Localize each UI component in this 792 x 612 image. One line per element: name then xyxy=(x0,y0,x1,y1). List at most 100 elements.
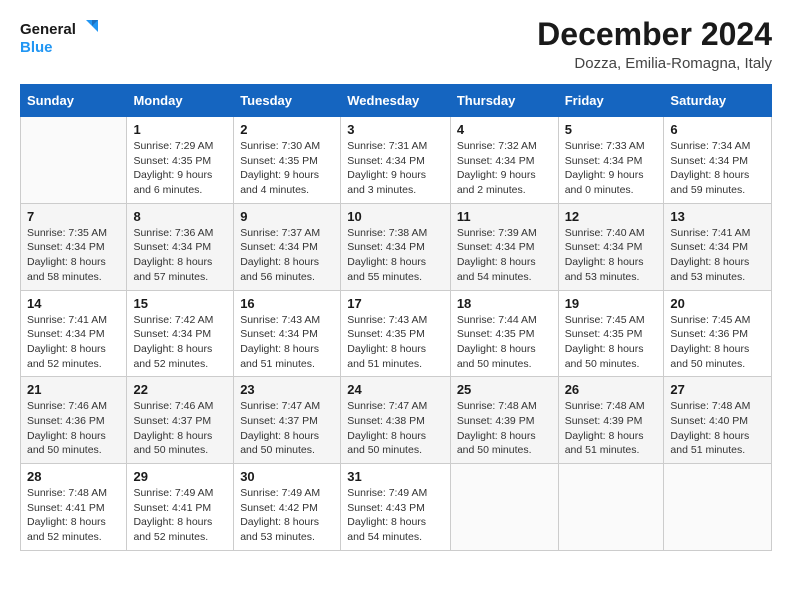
day-info: Sunrise: 7:47 AM Sunset: 4:38 PM Dayligh… xyxy=(347,399,444,458)
day-number: 21 xyxy=(27,382,120,397)
day-cell-14: 14 Sunrise: 7:41 AM Sunset: 4:34 PM Dayl… xyxy=(21,290,127,377)
day-cell-12: 12 Sunrise: 7:40 AM Sunset: 4:34 PM Dayl… xyxy=(558,203,664,290)
day-number: 5 xyxy=(565,122,658,137)
day-info: Sunrise: 7:47 AM Sunset: 4:37 PM Dayligh… xyxy=(240,399,334,458)
day-info: Sunrise: 7:46 AM Sunset: 4:36 PM Dayligh… xyxy=(27,399,120,458)
day-cell-16: 16 Sunrise: 7:43 AM Sunset: 4:34 PM Dayl… xyxy=(234,290,341,377)
day-info: Sunrise: 7:38 AM Sunset: 4:34 PM Dayligh… xyxy=(347,226,444,285)
calendar-week-row: 28 Sunrise: 7:48 AM Sunset: 4:41 PM Dayl… xyxy=(21,464,772,551)
col-saturday: Saturday xyxy=(664,85,772,117)
svg-text:General: General xyxy=(20,21,76,38)
day-cell-3: 3 Sunrise: 7:31 AM Sunset: 4:34 PM Dayli… xyxy=(341,117,451,204)
empty-cell xyxy=(21,117,127,204)
svg-text:Blue: Blue xyxy=(20,39,53,56)
day-cell-10: 10 Sunrise: 7:38 AM Sunset: 4:34 PM Dayl… xyxy=(341,203,451,290)
day-info: Sunrise: 7:46 AM Sunset: 4:37 PM Dayligh… xyxy=(133,399,227,458)
day-cell-30: 30 Sunrise: 7:49 AM Sunset: 4:42 PM Dayl… xyxy=(234,464,341,551)
day-info: Sunrise: 7:41 AM Sunset: 4:34 PM Dayligh… xyxy=(27,313,120,372)
day-cell-6: 6 Sunrise: 7:34 AM Sunset: 4:34 PM Dayli… xyxy=(664,117,772,204)
day-info: Sunrise: 7:48 AM Sunset: 4:41 PM Dayligh… xyxy=(27,486,120,545)
day-number: 19 xyxy=(565,296,658,311)
page-header: General Blue December 2024 Dozza, Emilia… xyxy=(20,16,772,72)
month-title: December 2024 xyxy=(537,16,772,53)
day-info: Sunrise: 7:32 AM Sunset: 4:34 PM Dayligh… xyxy=(457,139,552,198)
title-area: December 2024 Dozza, Emilia-Romagna, Ita… xyxy=(537,16,772,72)
day-number: 10 xyxy=(347,209,444,224)
location: Dozza, Emilia-Romagna, Italy xyxy=(537,55,772,72)
day-number: 31 xyxy=(347,469,444,484)
day-number: 12 xyxy=(565,209,658,224)
day-number: 13 xyxy=(670,209,765,224)
empty-cell xyxy=(558,464,664,551)
day-cell-24: 24 Sunrise: 7:47 AM Sunset: 4:38 PM Dayl… xyxy=(341,377,451,464)
day-cell-11: 11 Sunrise: 7:39 AM Sunset: 4:34 PM Dayl… xyxy=(450,203,558,290)
calendar-week-row: 14 Sunrise: 7:41 AM Sunset: 4:34 PM Dayl… xyxy=(21,290,772,377)
day-info: Sunrise: 7:42 AM Sunset: 4:34 PM Dayligh… xyxy=(133,313,227,372)
empty-cell xyxy=(450,464,558,551)
day-cell-1: 1 Sunrise: 7:29 AM Sunset: 4:35 PM Dayli… xyxy=(127,117,234,204)
day-cell-19: 19 Sunrise: 7:45 AM Sunset: 4:35 PM Dayl… xyxy=(558,290,664,377)
empty-cell xyxy=(664,464,772,551)
day-cell-26: 26 Sunrise: 7:48 AM Sunset: 4:39 PM Dayl… xyxy=(558,377,664,464)
day-number: 17 xyxy=(347,296,444,311)
calendar-table: Sunday Monday Tuesday Wednesday Thursday… xyxy=(20,84,772,551)
day-number: 11 xyxy=(457,209,552,224)
day-cell-5: 5 Sunrise: 7:33 AM Sunset: 4:34 PM Dayli… xyxy=(558,117,664,204)
col-thursday: Thursday xyxy=(450,85,558,117)
day-number: 1 xyxy=(133,122,227,137)
day-info: Sunrise: 7:48 AM Sunset: 4:40 PM Dayligh… xyxy=(670,399,765,458)
day-cell-9: 9 Sunrise: 7:37 AM Sunset: 4:34 PM Dayli… xyxy=(234,203,341,290)
calendar-week-row: 1 Sunrise: 7:29 AM Sunset: 4:35 PM Dayli… xyxy=(21,117,772,204)
day-number: 2 xyxy=(240,122,334,137)
col-sunday: Sunday xyxy=(21,85,127,117)
col-tuesday: Tuesday xyxy=(234,85,341,117)
day-info: Sunrise: 7:44 AM Sunset: 4:35 PM Dayligh… xyxy=(457,313,552,372)
day-number: 3 xyxy=(347,122,444,137)
day-number: 22 xyxy=(133,382,227,397)
logo: General Blue xyxy=(20,16,100,58)
day-info: Sunrise: 7:36 AM Sunset: 4:34 PM Dayligh… xyxy=(133,226,227,285)
day-number: 20 xyxy=(670,296,765,311)
day-cell-7: 7 Sunrise: 7:35 AM Sunset: 4:34 PM Dayli… xyxy=(21,203,127,290)
day-info: Sunrise: 7:45 AM Sunset: 4:35 PM Dayligh… xyxy=(565,313,658,372)
day-cell-15: 15 Sunrise: 7:42 AM Sunset: 4:34 PM Dayl… xyxy=(127,290,234,377)
day-cell-21: 21 Sunrise: 7:46 AM Sunset: 4:36 PM Dayl… xyxy=(21,377,127,464)
day-info: Sunrise: 7:48 AM Sunset: 4:39 PM Dayligh… xyxy=(565,399,658,458)
day-number: 8 xyxy=(133,209,227,224)
day-info: Sunrise: 7:35 AM Sunset: 4:34 PM Dayligh… xyxy=(27,226,120,285)
day-number: 23 xyxy=(240,382,334,397)
day-info: Sunrise: 7:37 AM Sunset: 4:34 PM Dayligh… xyxy=(240,226,334,285)
day-info: Sunrise: 7:33 AM Sunset: 4:34 PM Dayligh… xyxy=(565,139,658,198)
day-cell-8: 8 Sunrise: 7:36 AM Sunset: 4:34 PM Dayli… xyxy=(127,203,234,290)
day-number: 30 xyxy=(240,469,334,484)
day-cell-2: 2 Sunrise: 7:30 AM Sunset: 4:35 PM Dayli… xyxy=(234,117,341,204)
day-info: Sunrise: 7:31 AM Sunset: 4:34 PM Dayligh… xyxy=(347,139,444,198)
day-cell-18: 18 Sunrise: 7:44 AM Sunset: 4:35 PM Dayl… xyxy=(450,290,558,377)
day-info: Sunrise: 7:48 AM Sunset: 4:39 PM Dayligh… xyxy=(457,399,552,458)
day-info: Sunrise: 7:30 AM Sunset: 4:35 PM Dayligh… xyxy=(240,139,334,198)
day-number: 15 xyxy=(133,296,227,311)
day-cell-20: 20 Sunrise: 7:45 AM Sunset: 4:36 PM Dayl… xyxy=(664,290,772,377)
day-info: Sunrise: 7:39 AM Sunset: 4:34 PM Dayligh… xyxy=(457,226,552,285)
day-cell-22: 22 Sunrise: 7:46 AM Sunset: 4:37 PM Dayl… xyxy=(127,377,234,464)
day-info: Sunrise: 7:49 AM Sunset: 4:42 PM Dayligh… xyxy=(240,486,334,545)
day-info: Sunrise: 7:29 AM Sunset: 4:35 PM Dayligh… xyxy=(133,139,227,198)
day-info: Sunrise: 7:40 AM Sunset: 4:34 PM Dayligh… xyxy=(565,226,658,285)
day-cell-29: 29 Sunrise: 7:49 AM Sunset: 4:41 PM Dayl… xyxy=(127,464,234,551)
calendar-week-row: 21 Sunrise: 7:46 AM Sunset: 4:36 PM Dayl… xyxy=(21,377,772,464)
day-number: 26 xyxy=(565,382,658,397)
day-number: 24 xyxy=(347,382,444,397)
day-number: 27 xyxy=(670,382,765,397)
day-number: 14 xyxy=(27,296,120,311)
day-cell-31: 31 Sunrise: 7:49 AM Sunset: 4:43 PM Dayl… xyxy=(341,464,451,551)
col-wednesday: Wednesday xyxy=(341,85,451,117)
day-number: 16 xyxy=(240,296,334,311)
day-number: 18 xyxy=(457,296,552,311)
logo-svg: General Blue xyxy=(20,16,100,58)
day-cell-23: 23 Sunrise: 7:47 AM Sunset: 4:37 PM Dayl… xyxy=(234,377,341,464)
col-friday: Friday xyxy=(558,85,664,117)
calendar-week-row: 7 Sunrise: 7:35 AM Sunset: 4:34 PM Dayli… xyxy=(21,203,772,290)
day-number: 29 xyxy=(133,469,227,484)
calendar-header-row: Sunday Monday Tuesday Wednesday Thursday… xyxy=(21,85,772,117)
day-number: 9 xyxy=(240,209,334,224)
